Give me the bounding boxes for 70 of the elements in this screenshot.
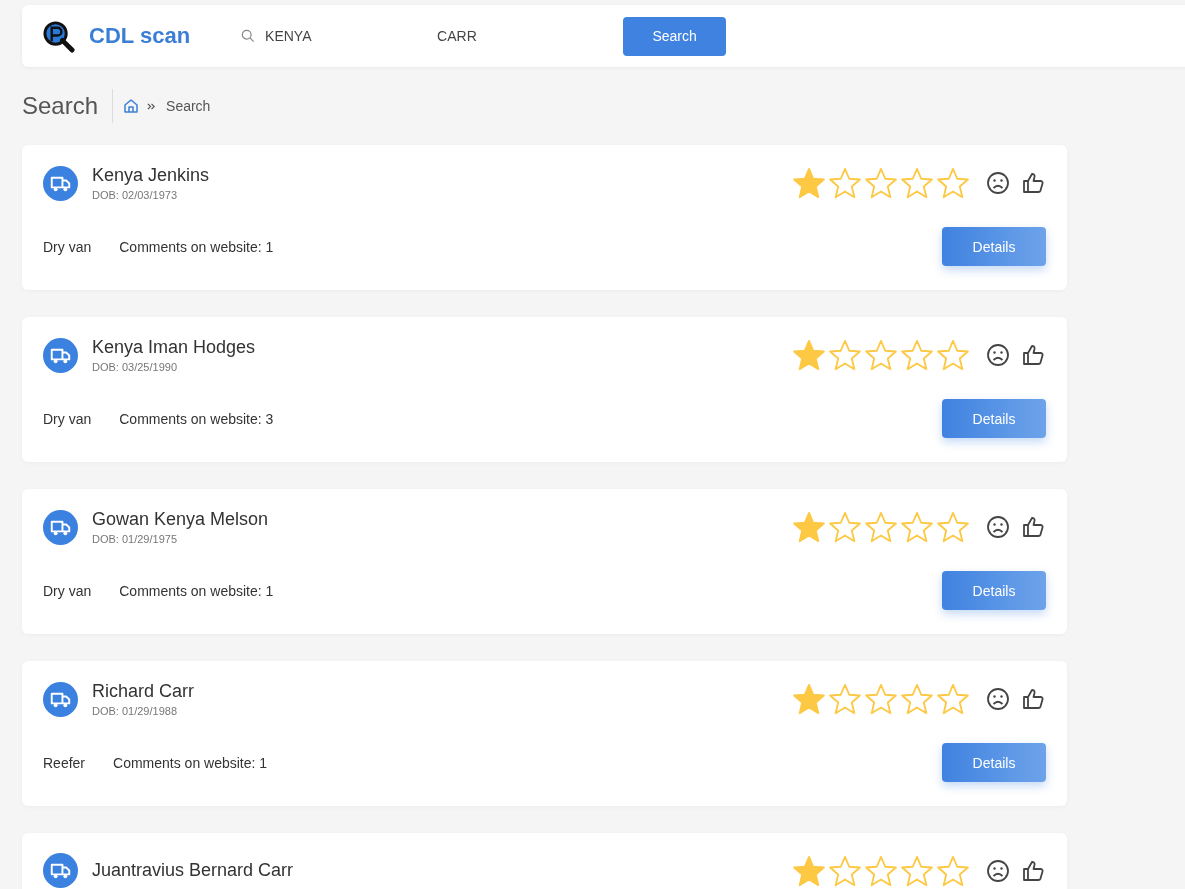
star-icon[interactable] (936, 510, 970, 544)
star-icon[interactable] (792, 338, 826, 372)
star-icon[interactable] (936, 682, 970, 716)
equipment-type: Dry van (43, 238, 92, 255)
first-name-field[interactable]: KENYA (265, 28, 426, 44)
star-icon[interactable] (900, 166, 934, 200)
truck-icon (43, 681, 78, 717)
sad-face-icon[interactable] (986, 515, 1010, 539)
driver-name: Kenya Jenkins (92, 165, 211, 186)
star-icon[interactable] (864, 682, 898, 716)
equipment-type: Reefer (43, 754, 86, 771)
details-button[interactable]: Details (942, 571, 1046, 610)
brand-name: CDL scan (89, 23, 191, 49)
star-icon[interactable] (792, 853, 826, 888)
comment-count: Comments on website: 1 (113, 754, 269, 771)
star-icon[interactable] (792, 166, 826, 200)
star-icon[interactable] (864, 166, 898, 200)
star-icon[interactable] (792, 682, 826, 716)
equipment-type: Dry van (43, 582, 92, 599)
driver-name: Kenya Iman Hodges (92, 337, 257, 358)
truck-icon (43, 509, 78, 545)
breadcrumb-text: Search (166, 98, 211, 114)
sad-face-icon[interactable] (986, 343, 1010, 367)
star-icon[interactable] (864, 338, 898, 372)
thumbs-up-icon[interactable] (1022, 343, 1046, 367)
details-button[interactable]: Details (942, 227, 1046, 266)
truck-icon (43, 337, 78, 373)
star-icon[interactable] (864, 853, 898, 888)
star-icon[interactable] (828, 853, 862, 888)
driver-name: Juantravius Bernard Carr (92, 860, 295, 881)
thumbs-up-icon[interactable] (1022, 687, 1046, 711)
home-icon[interactable] (123, 98, 140, 114)
star-icon[interactable] (828, 338, 862, 372)
page-title: Search (22, 92, 99, 120)
search-icon (241, 29, 256, 43)
star-icon[interactable] (828, 682, 862, 716)
truck-icon (43, 165, 78, 201)
star-icon[interactable] (864, 510, 898, 544)
comment-count: Comments on website: 3 (119, 410, 275, 427)
driver-name: Richard Carr (92, 681, 196, 702)
last-name-field[interactable]: CARR (437, 28, 618, 44)
star-icon[interactable] (792, 510, 826, 544)
comment-count: Comments on website: 1 (119, 582, 275, 599)
date-of-birth: DOB: 02/03/1973 (92, 189, 178, 201)
date-of-birth: DOB: 01/29/1988 (92, 705, 178, 717)
double-chevron-icon (147, 101, 157, 111)
thumbs-up-icon[interactable] (1022, 515, 1046, 539)
star-icon[interactable] (828, 510, 862, 544)
sad-face-icon[interactable] (986, 171, 1010, 195)
star-icon[interactable] (900, 338, 934, 372)
search-button[interactable]: Search (623, 16, 727, 56)
date-of-birth: DOB: 03/25/1990 (92, 361, 178, 373)
star-icon[interactable] (936, 853, 970, 888)
star-icon[interactable] (936, 338, 970, 372)
equipment-type: Dry van (43, 410, 92, 427)
driver-name: Gowan Kenya Melson (92, 509, 270, 530)
star-icon[interactable] (900, 853, 934, 888)
details-button[interactable]: Details (942, 399, 1046, 438)
star-icon[interactable] (936, 166, 970, 200)
thumbs-up-icon[interactable] (1022, 858, 1046, 883)
star-icon[interactable] (900, 510, 934, 544)
date-of-birth: DOB: 01/29/1975 (92, 533, 178, 545)
star-icon[interactable] (900, 682, 934, 716)
comment-count: Comments on website: 1 (119, 238, 275, 255)
thumbs-up-icon[interactable] (1022, 171, 1046, 195)
star-icon[interactable] (828, 166, 862, 200)
magnifier-logo-icon (42, 19, 75, 53)
sad-face-icon[interactable] (986, 687, 1010, 711)
details-button[interactable]: Details (942, 743, 1046, 782)
sad-face-icon[interactable] (986, 858, 1010, 883)
